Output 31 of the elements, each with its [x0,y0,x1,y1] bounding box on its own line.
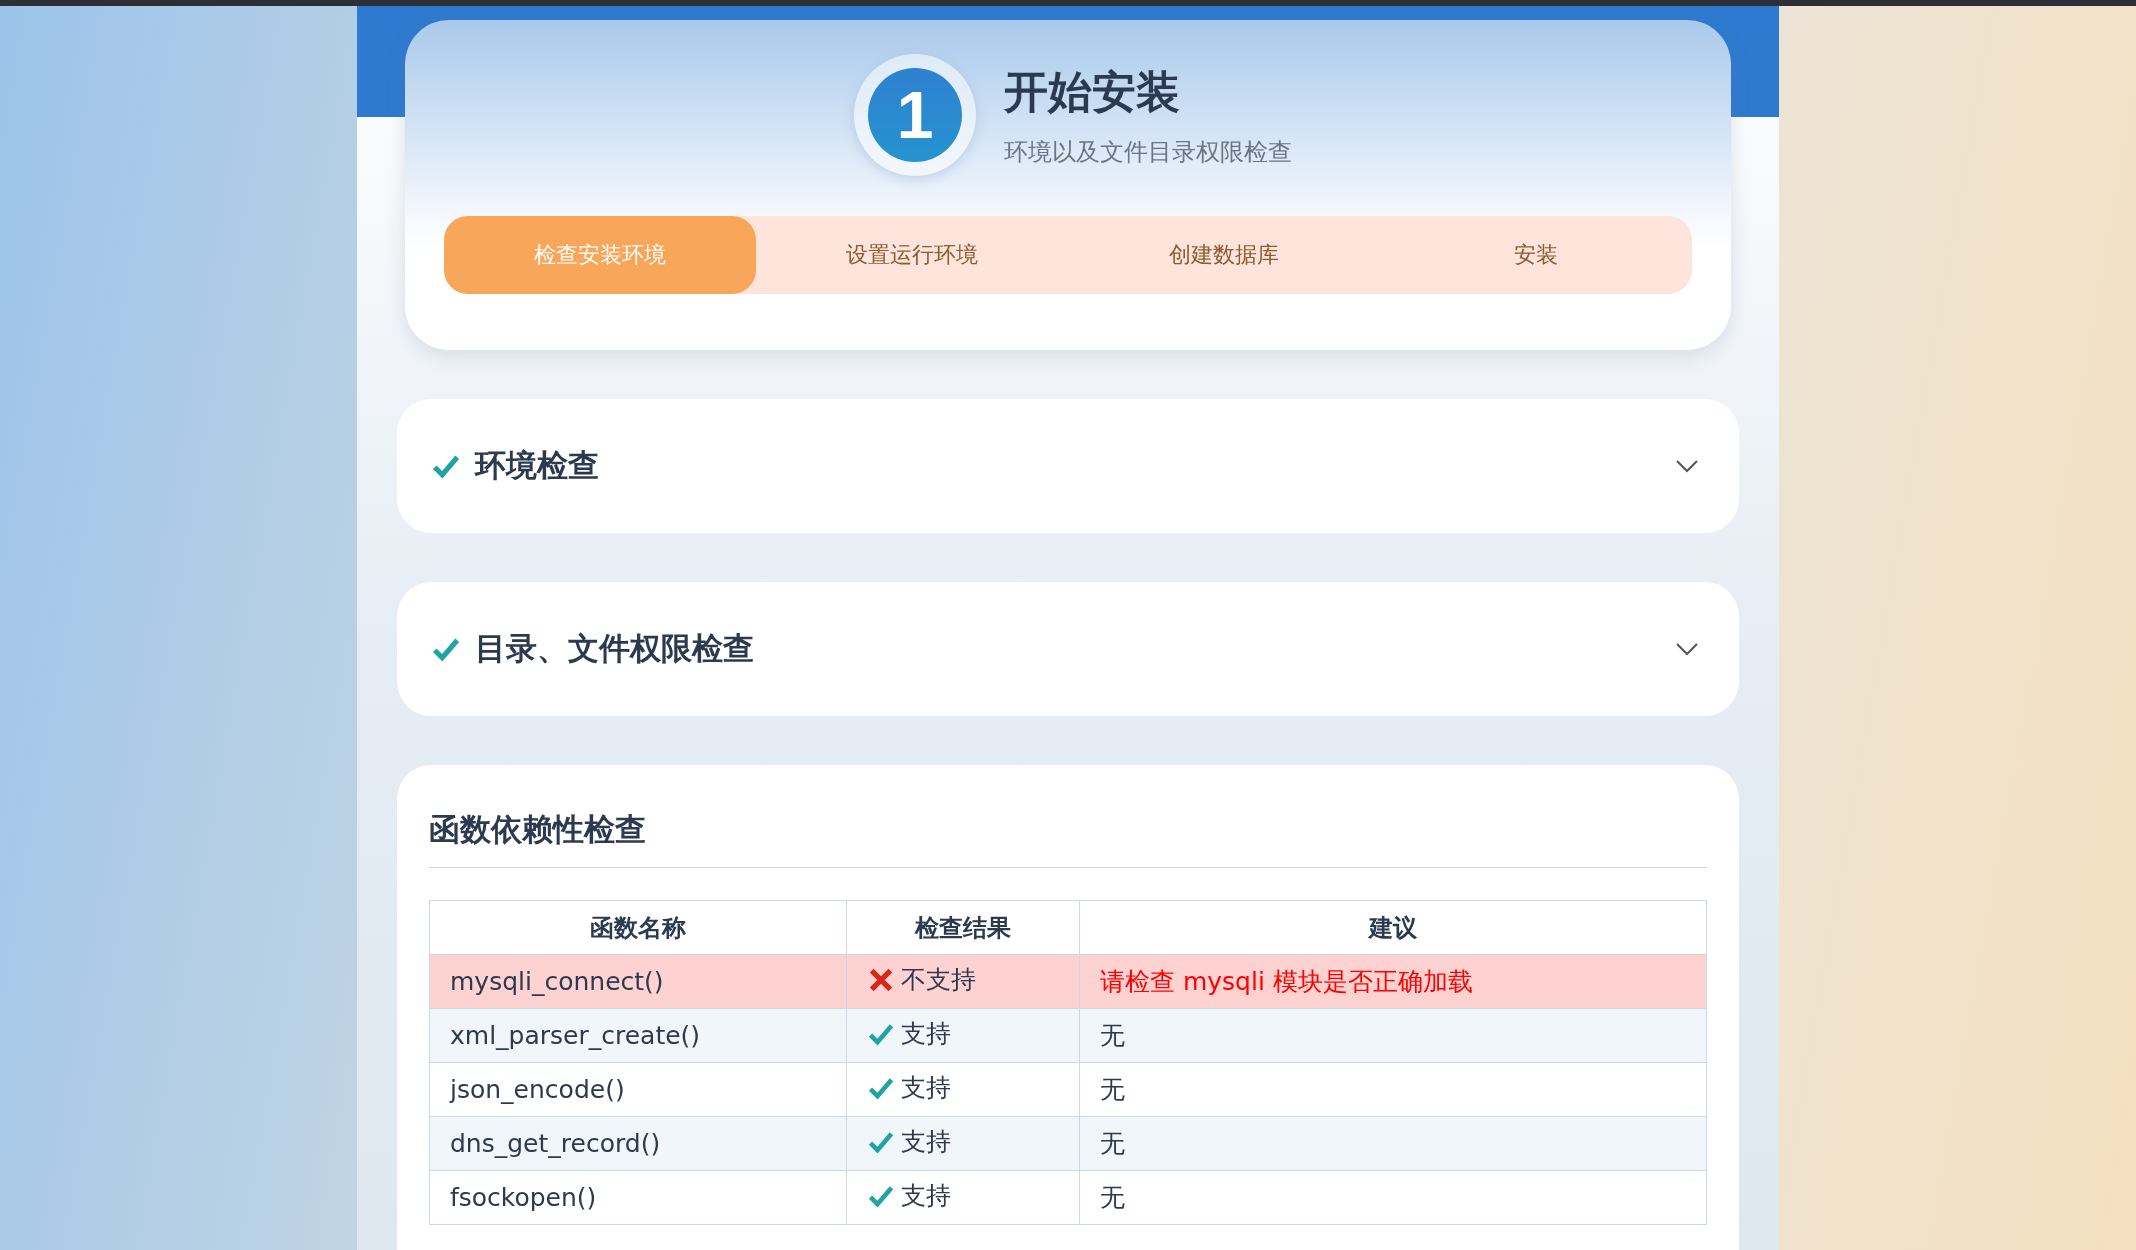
table-cell: 无 [1079,1062,1707,1117]
step-number: 1 [896,77,934,153]
table-cell: fsockopen() [429,1170,847,1225]
result-text: 支持 [901,1018,951,1051]
page-title: 开始安装 [1004,64,1181,119]
chevron-icon[interactable] [1675,642,1699,656]
table-cell: dns_get_record() [429,1116,847,1171]
step-tab[interactable]: 设置运行环境 [756,216,1068,294]
table-cell: 请检查 mysqli 模块是否正确加载 [1079,954,1707,1009]
table-cell: 无 [1079,1008,1707,1063]
section-title: 目录、文件权限检查 [475,629,755,668]
result-text: 支持 [901,1126,951,1159]
table-cell: mysqli_connect() [429,954,847,1009]
column-header: 建议 [1079,900,1707,955]
table-cell: xml_parser_create() [429,1008,847,1063]
section-title: 函数依赖性检查 [429,809,1707,868]
step-tab[interactable]: 安装 [1380,216,1692,294]
column-header: 检查结果 [846,900,1080,955]
section-header[interactable]: 目录、文件权限检查 [397,582,1739,716]
section-header[interactable]: 环境检查 [397,399,1739,533]
result-text: 支持 [901,1072,951,1105]
result-text: 不支持 [901,964,976,997]
table-cell: 无 [1079,1116,1707,1171]
table-cell: 无 [1079,1170,1707,1225]
page-subtitle: 环境以及文件目录权限检查 [1004,136,1292,168]
result-text: 支持 [901,1180,951,1213]
table-cell: json_encode() [429,1062,847,1117]
chevron-icon[interactable] [1675,459,1699,473]
section-title: 环境检查 [475,446,600,485]
column-header: 函数名称 [429,900,847,955]
step-tab[interactable]: 创建数据库 [1068,216,1380,294]
